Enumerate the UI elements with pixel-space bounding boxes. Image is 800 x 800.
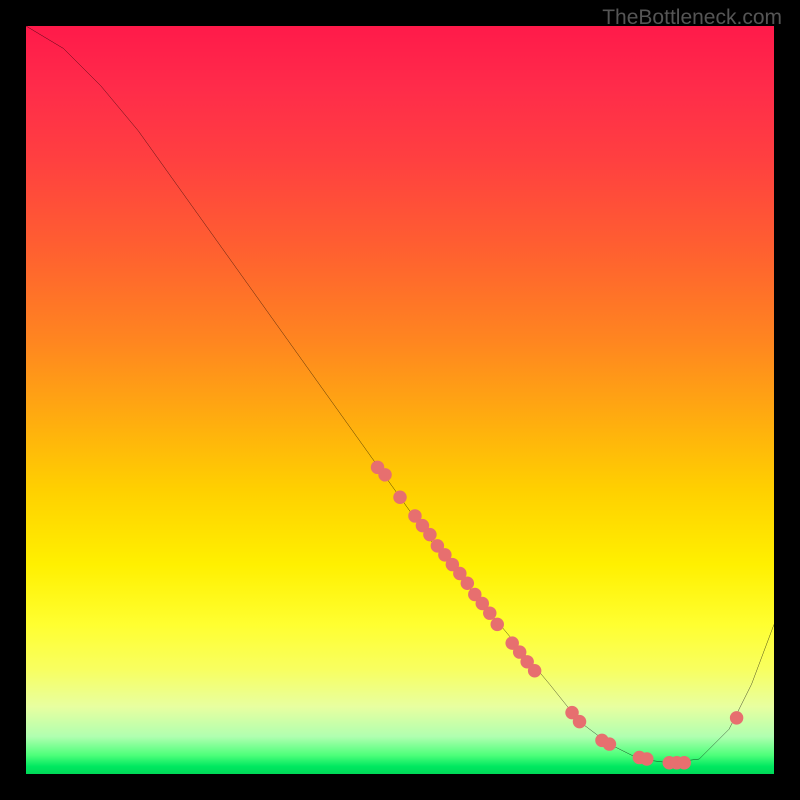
chart-markers [371,461,744,770]
chart-marker [483,606,496,619]
chart-curve [26,26,774,763]
chart-marker [640,752,653,765]
chart-marker [461,577,474,590]
chart-marker [573,715,586,728]
chart-plot-area [26,26,774,774]
chart-marker [491,618,504,631]
watermark-text: TheBottleneck.com [602,6,782,30]
chart-marker [528,664,541,677]
chart-marker [678,756,691,769]
chart-marker [603,737,616,750]
chart-marker [423,528,436,541]
chart-marker [393,491,406,504]
chart-marker [730,711,743,724]
chart-svg [26,26,774,774]
chart-marker [378,468,391,481]
